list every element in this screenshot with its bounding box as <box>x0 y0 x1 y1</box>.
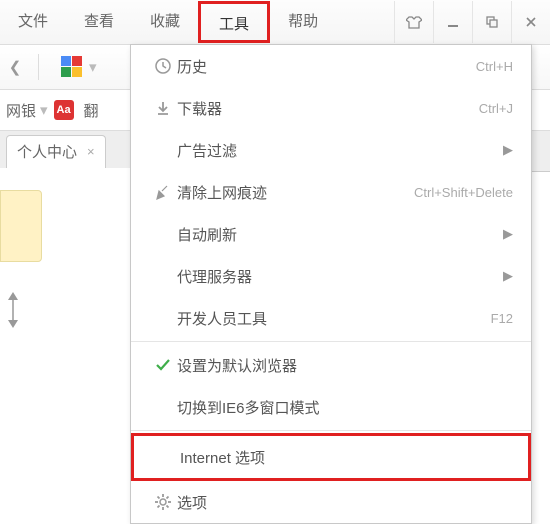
menu-item-history[interactable]: 历史 Ctrl+H <box>131 45 531 87</box>
broom-icon <box>149 183 177 201</box>
bookmark-item-bank[interactable]: 网银 <box>6 100 36 121</box>
menu-item-ie6-mode[interactable]: 切换到IE6多窗口模式 <box>131 386 531 428</box>
menu-view[interactable]: 查看 <box>66 1 132 43</box>
menu-label: 选项 <box>177 492 513 513</box>
menu-label: Internet 选项 <box>180 447 510 468</box>
tab-title: 个人中心 <box>17 141 77 162</box>
submenu-arrow-icon: ▶ <box>503 226 513 242</box>
bookmark-item-translate[interactable]: 翻 <box>84 100 99 121</box>
google-icon[interactable] <box>61 56 83 78</box>
minimize-button[interactable] <box>433 1 472 43</box>
menu-file[interactable]: 文件 <box>0 1 66 43</box>
browser-tab[interactable]: 个人中心 × <box>6 135 106 168</box>
menu-item-options[interactable]: 选项 <box>131 481 531 523</box>
menu-tools[interactable]: 工具 <box>198 1 270 43</box>
menu-item-devtools[interactable]: 开发人员工具 F12 <box>131 297 531 339</box>
menu-separator <box>131 430 531 431</box>
menu-shortcut: Ctrl+J <box>479 101 513 116</box>
menu-item-auto-refresh[interactable]: 自动刷新 ▶ <box>131 213 531 255</box>
gear-icon <box>149 493 177 511</box>
menu-item-clear-trace[interactable]: 清除上网痕迹 Ctrl+Shift+Delete <box>131 171 531 213</box>
menu-shortcut: Ctrl+H <box>476 59 513 74</box>
tab-close-icon[interactable]: × <box>87 144 95 159</box>
menu-favorites[interactable]: 收藏 <box>132 1 198 43</box>
back-chevron-icon[interactable]: ❮ <box>0 58 30 76</box>
translate-badge-icon[interactable]: Aa <box>54 100 74 120</box>
sticky-note <box>0 190 42 262</box>
menu-shortcut: Ctrl+Shift+Delete <box>414 185 513 200</box>
menu-help[interactable]: 帮助 <box>270 1 336 43</box>
menu-shortcut: F12 <box>491 311 513 326</box>
menu-label: 代理服务器 <box>177 266 503 287</box>
menu-label: 历史 <box>177 56 476 77</box>
menu-item-downloads[interactable]: 下载器 Ctrl+J <box>131 87 531 129</box>
menu-label: 切换到IE6多窗口模式 <box>177 397 513 418</box>
window-controls <box>394 1 550 43</box>
menu-label: 清除上网痕迹 <box>177 182 414 203</box>
menu-separator <box>131 341 531 342</box>
menu-item-adblock[interactable]: 广告过滤 ▶ <box>131 129 531 171</box>
history-icon <box>149 57 177 75</box>
submenu-arrow-icon: ▶ <box>503 268 513 284</box>
menu-bar: 文件 查看 收藏 工具 帮助 <box>0 0 550 45</box>
menu-item-internet-options[interactable]: Internet 选项 <box>131 433 531 481</box>
menu-item-set-default[interactable]: 设置为默认浏览器 <box>131 344 531 386</box>
maximize-button[interactable] <box>472 1 511 43</box>
resize-arrows-icon <box>4 290 22 330</box>
submenu-arrow-icon: ▶ <box>503 142 513 158</box>
menu-label: 下载器 <box>177 98 479 119</box>
menu-label: 广告过滤 <box>177 140 503 161</box>
menu-item-proxy[interactable]: 代理服务器 ▶ <box>131 255 531 297</box>
menu-label: 设置为默认浏览器 <box>177 355 513 376</box>
download-icon <box>149 99 177 117</box>
menu-label: 开发人员工具 <box>177 308 491 329</box>
close-button[interactable] <box>511 1 550 43</box>
menu-label: 自动刷新 <box>177 224 503 245</box>
skin-button[interactable] <box>394 1 433 43</box>
tools-dropdown: 历史 Ctrl+H 下载器 Ctrl+J 广告过滤 ▶ 清除上网痕迹 Ctrl+… <box>130 44 532 524</box>
check-icon <box>149 356 177 374</box>
